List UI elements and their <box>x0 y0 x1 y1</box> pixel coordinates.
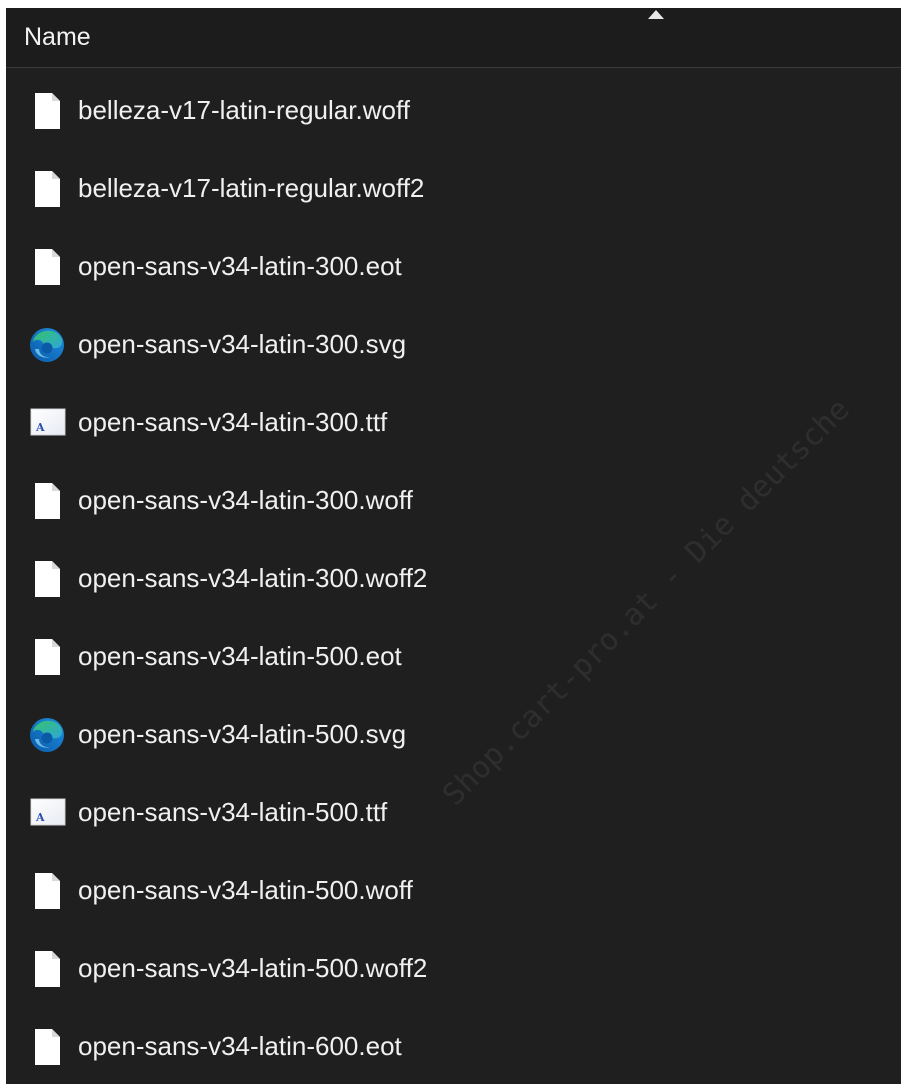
svg-text:A: A <box>35 811 45 824</box>
column-header-label: Name <box>24 23 91 51</box>
blank-file-icon <box>25 557 69 601</box>
file-row[interactable]: open-sans-v34-latin-300.svg <box>6 306 901 384</box>
font-file-icon: A <box>25 791 69 835</box>
file-name: open-sans-v34-latin-500.ttf <box>78 797 388 827</box>
file-name: belleza-v17-latin-regular.woff <box>78 95 410 125</box>
file-name: open-sans-v34-latin-300.ttf <box>78 407 388 437</box>
file-name: open-sans-v34-latin-300.eot <box>78 251 402 281</box>
file-row[interactable]: A open-sans-v34-latin-300.ttf <box>6 384 901 462</box>
file-list-panel: Name belleza-v17-latin-regular.woff bell… <box>6 8 901 1084</box>
file-row[interactable]: open-sans-v34-latin-300.woff2 <box>6 540 901 618</box>
blank-file-icon <box>25 947 69 991</box>
blank-file-icon <box>25 635 69 679</box>
file-row[interactable]: open-sans-v34-latin-300.eot <box>6 228 901 306</box>
column-header-name[interactable]: Name <box>6 8 901 68</box>
blank-file-icon <box>25 89 69 133</box>
file-row[interactable]: open-sans-v34-latin-500.woff <box>6 852 901 930</box>
blank-file-icon <box>25 245 69 289</box>
file-name: open-sans-v34-latin-500.svg <box>78 719 407 749</box>
edge-browser-icon <box>25 713 69 757</box>
file-name: belleza-v17-latin-regular.woff2 <box>78 173 425 203</box>
file-row[interactable]: open-sans-v34-latin-500.woff2 <box>6 930 901 1008</box>
blank-file-icon <box>25 479 69 523</box>
file-row[interactable]: open-sans-v34-latin-500.svg <box>6 696 901 774</box>
file-row[interactable]: belleza-v17-latin-regular.woff <box>6 72 901 150</box>
file-row[interactable]: open-sans-v34-latin-500.eot <box>6 618 901 696</box>
file-name: open-sans-v34-latin-500.woff <box>78 875 413 905</box>
file-name: open-sans-v34-latin-500.woff2 <box>78 953 428 983</box>
file-row[interactable]: open-sans-v34-latin-300.woff <box>6 462 901 540</box>
blank-file-icon <box>25 167 69 211</box>
file-name: open-sans-v34-latin-600.eot <box>78 1031 402 1061</box>
file-name: open-sans-v34-latin-300.woff <box>78 485 413 515</box>
file-name: open-sans-v34-latin-300.svg <box>78 329 407 359</box>
edge-browser-icon <box>25 323 69 367</box>
file-row[interactable]: belleza-v17-latin-regular.woff2 <box>6 150 901 228</box>
file-name: open-sans-v34-latin-500.eot <box>78 641 402 671</box>
file-row[interactable]: open-sans-v34-latin-600.eot <box>6 1008 901 1084</box>
svg-text:A: A <box>35 421 45 434</box>
file-name: open-sans-v34-latin-300.woff2 <box>78 563 428 593</box>
blank-file-icon <box>25 1025 69 1069</box>
file-rows: belleza-v17-latin-regular.woff belleza-v… <box>6 72 901 1084</box>
blank-file-icon <box>25 869 69 913</box>
font-file-icon: A <box>25 401 69 445</box>
file-row[interactable]: A open-sans-v34-latin-500.ttf <box>6 774 901 852</box>
sort-ascending-icon <box>648 10 664 19</box>
